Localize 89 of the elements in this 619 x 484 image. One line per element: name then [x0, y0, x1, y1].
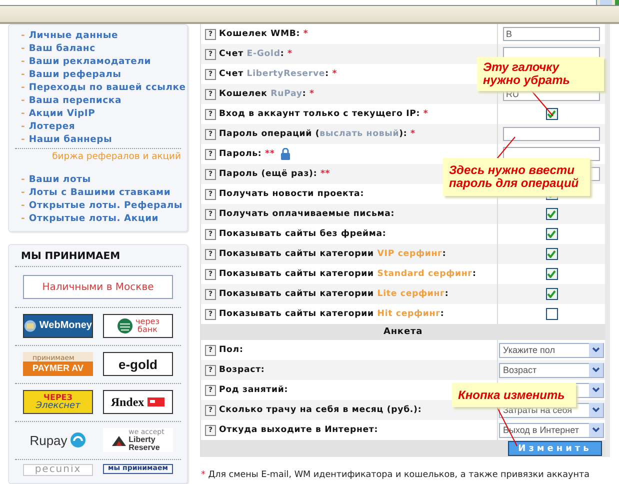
menu-link[interactable]: Открытые лоты. Рефералы — [28, 200, 183, 211]
bullet-dash: - — [21, 69, 25, 80]
card-icon — [147, 397, 166, 407]
logo-text: PAYMER AV — [32, 364, 84, 373]
field-label: Кошелек WMB: * — [219, 29, 308, 39]
swirl-icon — [70, 432, 86, 448]
checkbox[interactable] — [546, 288, 558, 300]
field-label: Показывать сайты категории Lite серфинг: — [219, 289, 449, 299]
bullet-dash: - — [21, 134, 25, 145]
checkbox[interactable] — [546, 308, 558, 320]
field-label: Получать оплачиваемые письма: — [219, 209, 395, 219]
callout-tooltip: Кнопка изменить — [452, 383, 576, 407]
payment-logo[interactable]: e-gold — [103, 352, 173, 376]
field-label: Пароль операций (выслать новый): * — [219, 129, 416, 139]
bullet-dash: - — [21, 30, 25, 41]
field-label: Показывать сайты категории Standard серфинг: — [219, 269, 476, 279]
callout-tooltip: Здесь нужно ввести пароль для операций — [443, 158, 590, 196]
bullet-dash: - — [21, 213, 25, 224]
lock-icon — [280, 148, 291, 160]
payment-logo[interactable]: Rupay — [23, 428, 93, 452]
field-label: Показывать сайты категории VIP серфинг: — [219, 249, 446, 259]
payment-logo[interactable]: WebMoney — [23, 314, 93, 338]
logo-text: Liberty — [128, 436, 156, 444]
menu-link[interactable]: Ваш баланс — [28, 43, 96, 54]
cash-button[interactable]: Наличными в Москве — [23, 275, 173, 299]
field-label: Сколько трачу на себя в месяц (руб.): — [219, 405, 422, 415]
bullet-dash: - — [21, 187, 25, 198]
payment-logo[interactable]: через банк — [103, 314, 173, 338]
checkbox[interactable] — [546, 208, 558, 220]
leader-line — [529, 88, 554, 117]
bullet-dash: - — [21, 43, 25, 54]
menu-link[interactable]: Открытые лоты. Акции — [28, 213, 159, 224]
field-label: Счет LibertyReserve: * — [219, 69, 338, 79]
field-label: Род занятий: — [219, 385, 288, 395]
logo-text: WebMoney — [39, 321, 92, 331]
menu-link[interactable]: Акции VipIP — [28, 108, 96, 119]
menu-link[interactable]: Ваши лоты — [28, 174, 91, 185]
logo-text: Rupay — [30, 434, 68, 446]
text-input[interactable] — [503, 127, 600, 141]
callout-tooltip: Эту галочку нужно убрать — [477, 57, 604, 91]
logo-text: ЧЕРЕЗ — [44, 394, 72, 402]
bullet-dash: - — [21, 56, 25, 67]
menu-link[interactable]: Лотерея — [28, 121, 76, 132]
menu-link[interactable]: Переходы по вашей ссылке — [28, 82, 186, 93]
payment-logo[interactable]: Яndex — [103, 390, 173, 414]
logo-text: Reserve — [128, 444, 160, 452]
menu-link[interactable]: Лоты с Вашими ставками — [28, 187, 171, 198]
logo-text: e-gold — [118, 358, 158, 370]
text-input[interactable]: B — [503, 27, 600, 41]
bullet-dash: - — [21, 200, 25, 211]
bullet-dash: - — [21, 108, 25, 119]
bullet-dash: - — [21, 174, 25, 185]
roof-icon — [112, 434, 126, 446]
menu-link[interactable]: Наши баннеры — [28, 134, 112, 145]
checkbox[interactable] — [546, 228, 558, 240]
dropdown[interactable]: Укажите пол — [499, 342, 604, 358]
logo-text: через — [136, 318, 160, 326]
menu-link[interactable]: Личные данные — [28, 30, 118, 41]
menu-link[interactable]: Ваши рефералы — [28, 69, 122, 80]
checkbox[interactable] — [546, 108, 558, 120]
field-label: Возраст: — [219, 365, 265, 375]
bullet-dash: - — [21, 95, 25, 106]
logo-text: Яndex — [110, 396, 144, 408]
section-heading: Анкета — [383, 327, 423, 337]
payment-logo[interactable]: ЧЕРЕЗ Элекснет — [23, 390, 93, 414]
field-label: Получать новости проекта: — [219, 189, 364, 199]
field-label: Пароль (ещё раз): ** — [219, 169, 330, 179]
field-label: Счет E-Gold: * — [219, 49, 292, 59]
bank-icon — [116, 318, 133, 334]
field-label: Вход в аккаунт только с текущего IP: * — [219, 109, 428, 119]
field-label: Показывать сайты категории Hit серфинг: — [219, 309, 444, 319]
bullet-dash: - — [21, 82, 25, 93]
field-label: Кошелек RuPay: * — [219, 89, 314, 99]
checkbox[interactable] — [546, 268, 558, 280]
field-label: Пароль: ** — [219, 149, 275, 159]
checkbox[interactable] — [546, 248, 558, 260]
logo-text: банк — [138, 326, 158, 334]
menu-link[interactable]: Ваши рекламодатели — [28, 56, 151, 67]
menu-link[interactable]: Ваша переписка — [28, 95, 122, 106]
field-label: Показывать сайты без фрейма: — [219, 229, 386, 239]
panel-title: МЫ ПРИНИМАЕМ — [20, 251, 122, 264]
field-label: Откуда выходите в Интернет: — [219, 425, 378, 435]
section-title: биржа рефералов и акций — [51, 151, 181, 163]
dropdown[interactable]: Возраст — [499, 362, 604, 378]
footnote: * Для смены E-mail, WM идентификатора и кошельков, а также привязки аккаунта — [200, 470, 590, 480]
bullet-dash: - — [21, 121, 25, 132]
field-label: Пол: — [219, 345, 244, 355]
globe-icon — [24, 319, 36, 333]
logo-text: Элекснет — [36, 402, 80, 410]
